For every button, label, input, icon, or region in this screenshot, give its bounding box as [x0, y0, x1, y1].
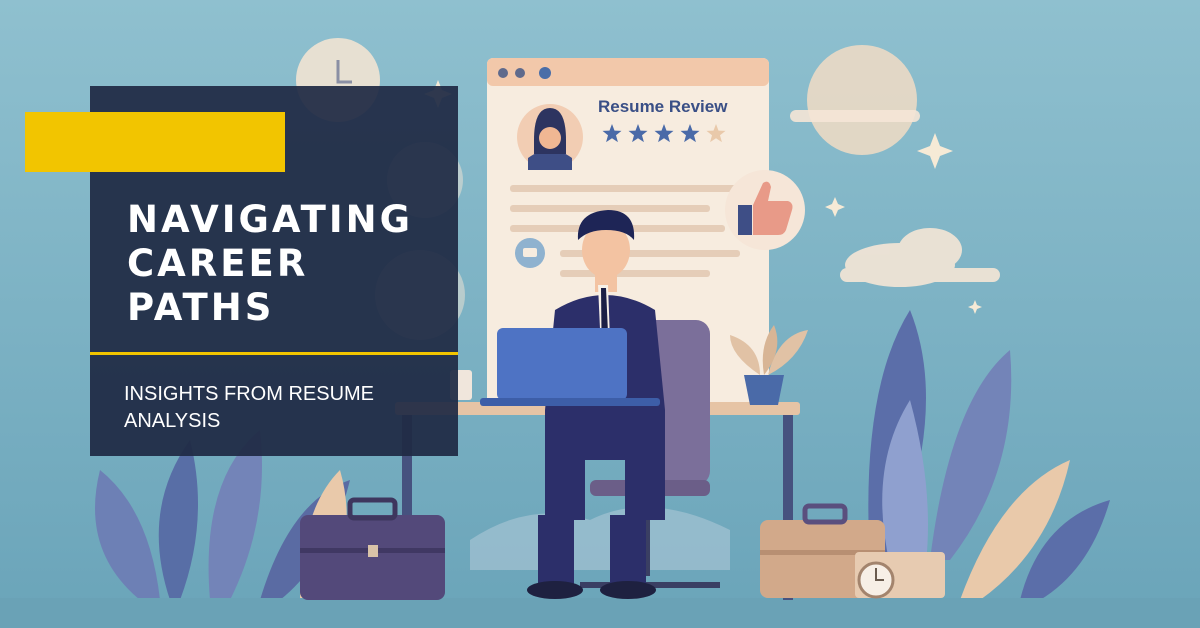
- headline-line: NAVIGATING: [127, 198, 413, 241]
- briefcase-icon: [300, 497, 445, 600]
- desk-clock-icon: [855, 552, 945, 599]
- thumbs-up-icon: [725, 170, 805, 250]
- headline-line: PATHS: [127, 286, 275, 329]
- headline-line: CAREER: [127, 242, 309, 285]
- subtitle: INSIGHTS FROM RESUME ANALYSIS: [124, 381, 434, 435]
- headline: NAVIGATING CAREER PATHS: [127, 198, 447, 330]
- resume-review-title: Resume Review: [598, 97, 728, 116]
- divider-line: [90, 352, 458, 355]
- accent-bar: [25, 112, 285, 172]
- subtitle-line: INSIGHTS FROM RESUME: [124, 383, 375, 405]
- subtitle-line: ANALYSIS: [124, 410, 221, 432]
- sun-circle: [807, 45, 917, 155]
- banner: Resume Review NAVIGATING CAREER PATHS IN…: [0, 0, 1200, 628]
